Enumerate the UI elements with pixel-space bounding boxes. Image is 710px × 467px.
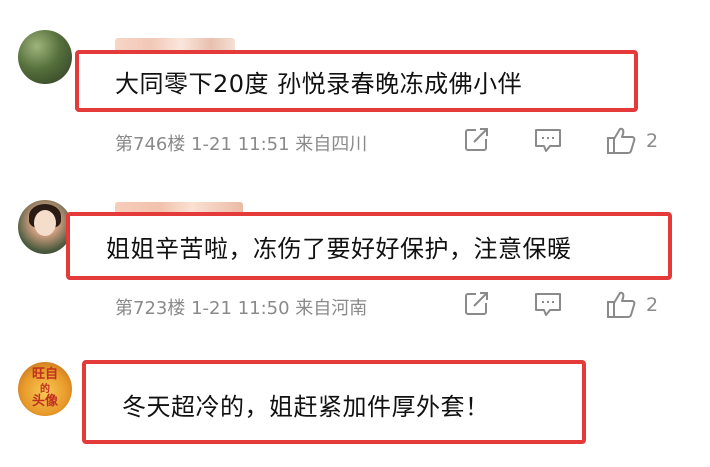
comment-text: 姐姐辛苦啦，冻伤了要好好保护，注意保暖 (106, 234, 572, 263)
comment-text: 大同零下20度 孙悦录春晚冻成佛小伴 (115, 69, 523, 98)
comment-icon[interactable] (533, 126, 563, 158)
avatar[interactable]: 旺自 的 头像 (18, 362, 72, 416)
thumbs-up-icon[interactable] (606, 126, 638, 160)
avatar[interactable] (18, 30, 72, 84)
floor-number: 第746楼 (115, 134, 186, 155)
thumbs-up-icon[interactable] (606, 290, 638, 324)
comment-item-1: 大同零下20度 孙悦录春晚冻成佛小伴 第746楼 1-21 11:51 来自四川… (0, 0, 710, 180)
avatar[interactable] (18, 200, 72, 254)
comment-date: 1-21 (191, 134, 232, 155)
comment-icon[interactable] (533, 290, 563, 322)
comment-time: 11:50 (237, 298, 290, 319)
comment-highlight-box: 冬天超冷的，姐赶紧加件厚外套！ (82, 360, 586, 444)
share-icon[interactable] (462, 290, 492, 322)
like-count: 2 (646, 130, 659, 152)
comment-highlight-box: 姐姐辛苦啦，冻伤了要好好保护，注意保暖 (66, 212, 672, 280)
comment-date: 1-21 (191, 298, 232, 319)
comment-highlight-box: 大同零下20度 孙悦录春晚冻成佛小伴 (75, 50, 638, 112)
floor-number: 第723楼 (115, 298, 186, 319)
like-count: 2 (646, 294, 659, 316)
avatar-text: 头像 (31, 394, 58, 409)
share-icon[interactable] (462, 126, 492, 158)
comment-location: 来自四川 (295, 134, 368, 155)
comment-time: 11:51 (237, 134, 290, 155)
comment-location: 来自河南 (295, 298, 368, 319)
avatar-face (34, 210, 56, 236)
comment-text: 冬天超冷的，姐赶紧加件厚外套！ (122, 392, 490, 421)
comment-meta: 第746楼 1-21 11:51 来自四川 (115, 130, 367, 156)
comment-item-3: 旺自 的 头像 冬天超冷的，姐赶紧加件厚外套！ (0, 350, 710, 467)
comment-meta: 第723楼 1-21 11:50 来自河南 (115, 294, 367, 320)
avatar-text: 旺自 (31, 367, 58, 382)
comment-item-2: 姐姐辛苦啦，冻伤了要好好保护，注意保暖 第723楼 1-21 11:50 来自河… (0, 180, 710, 350)
